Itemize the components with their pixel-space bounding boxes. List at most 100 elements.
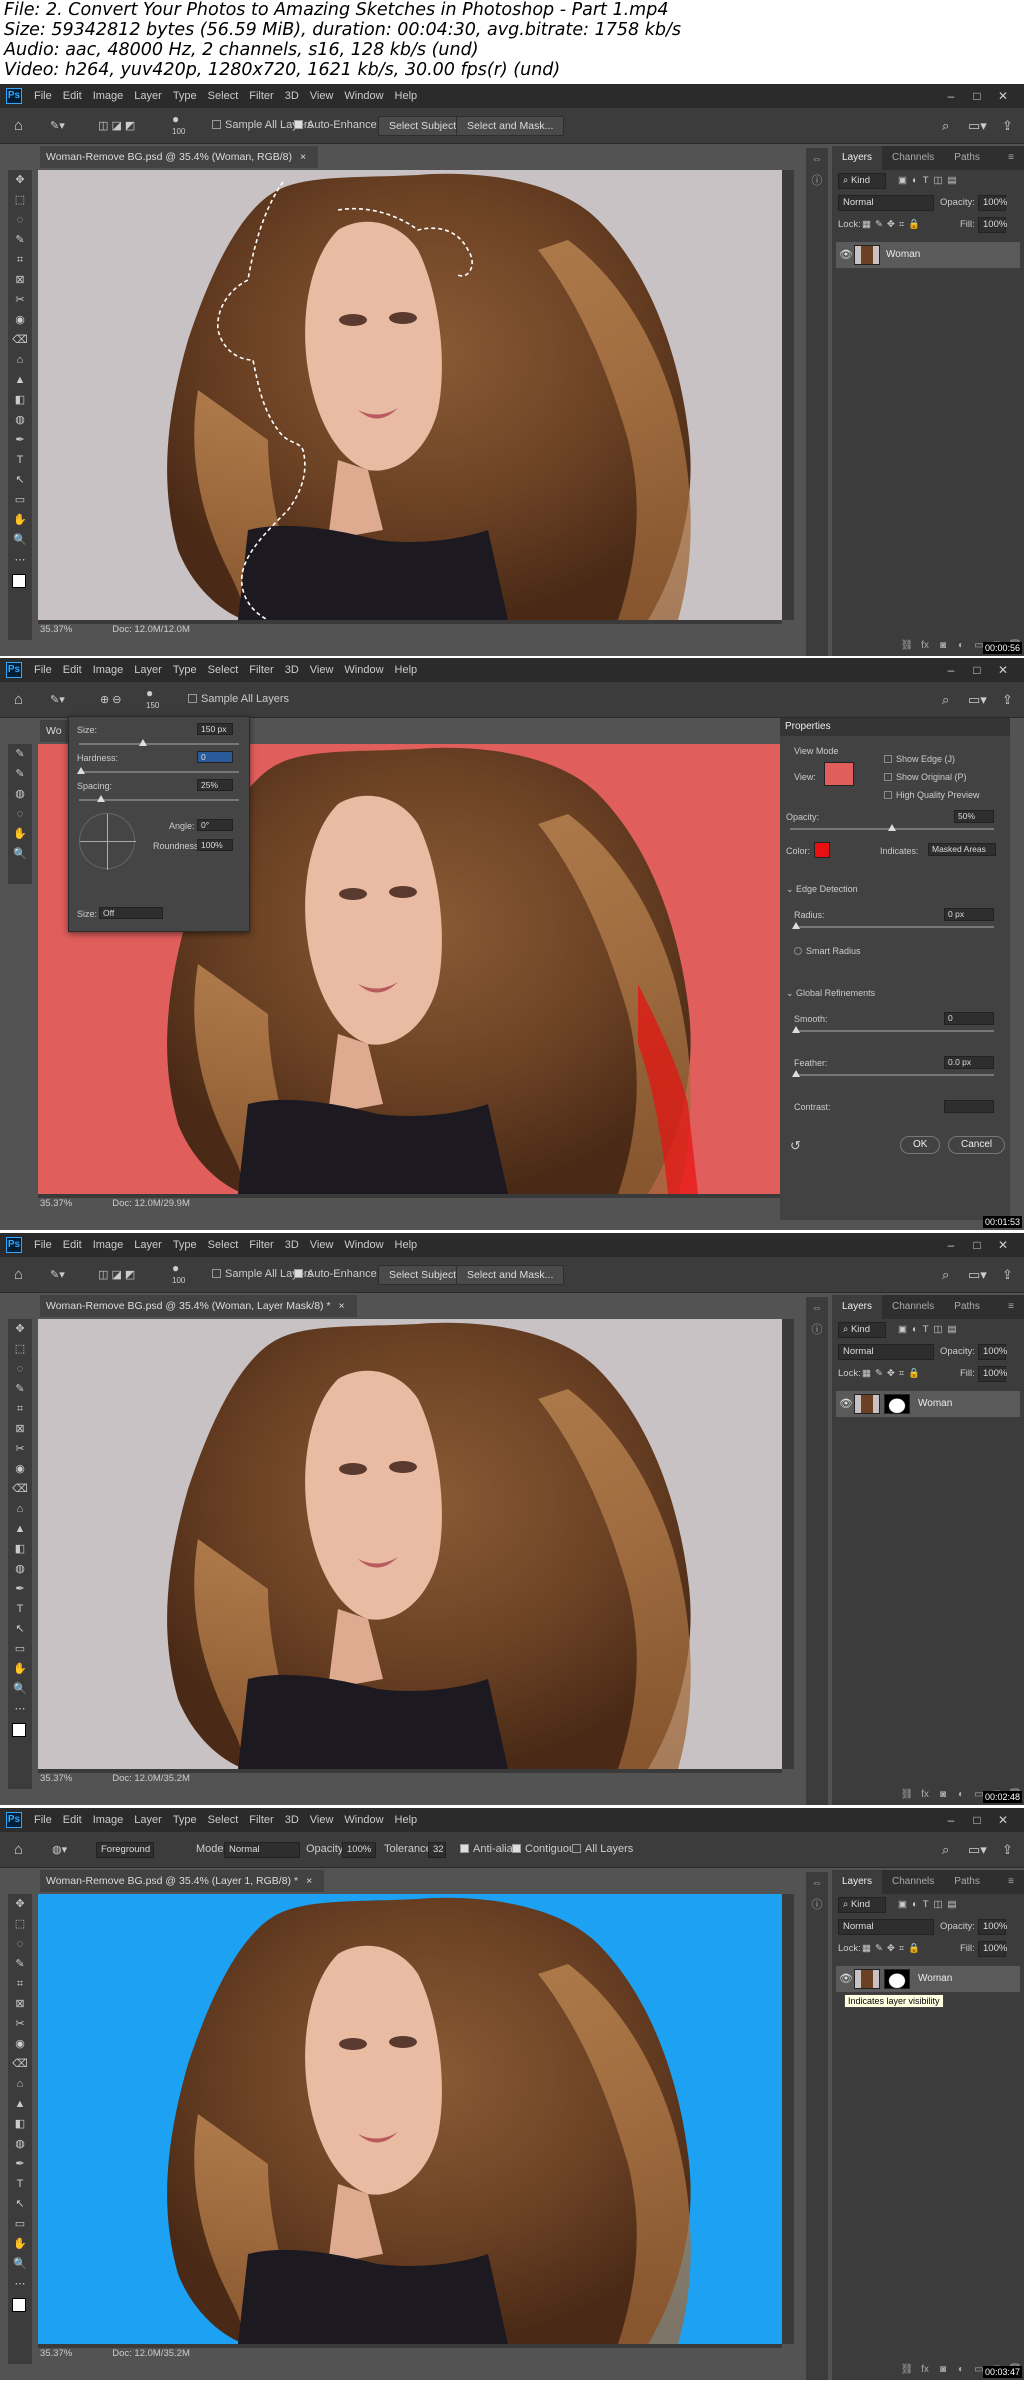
home-icon[interactable]: ⌂ (14, 1841, 23, 1858)
overlay-opacity-input[interactable]: 50% (954, 810, 994, 823)
brush-size-value[interactable]: 150 (146, 701, 159, 710)
panel-tab[interactable]: Paths (944, 1870, 990, 1894)
home-icon[interactable]: ⌂ (14, 117, 23, 134)
menu-item[interactable]: Layer (134, 84, 162, 108)
search-icon[interactable]: ⌕ (942, 118, 949, 134)
vertical-scrollbar[interactable] (782, 170, 794, 620)
tool-icon[interactable]: 🔍 (8, 1679, 32, 1699)
layer-mask-thumbnail[interactable] (884, 1969, 910, 1989)
opacity-input[interactable]: 100% (978, 1919, 1007, 1935)
tool-icon[interactable]: ◉ (8, 1459, 32, 1479)
smart-radius-checkbox[interactable]: Smart Radius (794, 946, 861, 956)
panel-options-icon[interactable]: ⇔ (806, 1872, 828, 1894)
filter-icons[interactable]: ▣◐T◫▤ (898, 1899, 961, 1910)
tool-icon[interactable]: ⋯ (8, 550, 32, 570)
menu-item[interactable]: Layer (134, 658, 162, 682)
search-icon[interactable]: ⌕ (942, 692, 949, 708)
tool-icon[interactable]: ◧ (8, 390, 32, 410)
zoom-level[interactable]: 35.37% (40, 1198, 72, 1209)
menu-item[interactable]: Type (173, 658, 197, 682)
menu-item[interactable]: 3D (285, 1808, 299, 1832)
tool-icon[interactable]: T (8, 1599, 32, 1619)
size-input[interactable]: 150 px (197, 723, 233, 735)
menu-item[interactable]: Window (344, 1233, 383, 1257)
tool-icon[interactable]: ⌗ (8, 1974, 32, 1994)
auto-enhance-checkbox[interactable]: Auto-Enhance (294, 119, 377, 131)
link-icon[interactable]: ⛓ (898, 1784, 916, 1805)
panel-tab[interactable]: Paths (944, 1295, 990, 1319)
zoom-level[interactable]: 35.37% (40, 2348, 72, 2359)
search-icon[interactable]: ⌕ (942, 1842, 949, 1858)
menu-item[interactable]: File (34, 84, 52, 108)
contiguous-checkbox[interactable]: Contiguous (512, 1843, 581, 1855)
window-button[interactable]: – (938, 1233, 964, 1257)
size-control-select[interactable]: Off (99, 907, 163, 919)
menu-item[interactable]: Select (208, 1808, 239, 1832)
tool-icon[interactable]: ◉ (8, 310, 32, 330)
close-tab-icon[interactable]: × (300, 151, 306, 163)
tool-icon[interactable]: ✎ (8, 1379, 32, 1399)
tool-icon[interactable]: ⌫ (8, 330, 32, 350)
fx-icon[interactable]: fx (916, 1784, 934, 1805)
document-tab[interactable]: Woman-Remove BG.psd @ 35.4% (Layer 1, RG… (40, 1870, 325, 1892)
panel-tab[interactable]: Layers (832, 146, 883, 170)
foreground-color-swatch[interactable] (12, 574, 26, 588)
fill-input[interactable]: 100% (978, 217, 1007, 233)
tool-icon[interactable]: ⌗ (8, 1399, 32, 1419)
tool-icon[interactable]: ✋ (8, 2234, 32, 2254)
tool-icon[interactable]: 🔍 (8, 844, 32, 864)
menu-item[interactable]: Select (208, 84, 239, 108)
tool-icon[interactable]: ⌗ (8, 250, 32, 270)
tool-icon[interactable]: ✋ (8, 824, 32, 844)
vertical-scrollbar[interactable] (782, 1894, 794, 2344)
menu-item[interactable]: Image (93, 84, 124, 108)
tool-icon[interactable]: ◌ (8, 1359, 32, 1379)
filter-kind-select[interactable]: ⌕ Kind (838, 1897, 886, 1913)
window-button[interactable]: □ (964, 84, 990, 108)
size-slider-knob[interactable] (139, 739, 147, 746)
menu-item[interactable]: Help (395, 1233, 418, 1257)
mode-select[interactable]: Normal (224, 1842, 300, 1858)
panel-info-icon[interactable]: ⓘ (806, 170, 828, 192)
indicates-select[interactable]: Masked Areas (928, 843, 996, 856)
blend-mode-select[interactable]: Normal (838, 1919, 934, 1935)
smooth-slider[interactable] (794, 1030, 994, 1032)
adjustment-icon[interactable]: ◐ (952, 635, 970, 656)
hardness-input[interactable]: 0 (197, 751, 233, 763)
panel-options-icon[interactable]: ⇔ (806, 148, 828, 170)
menu-item[interactable]: File (34, 1233, 52, 1257)
blend-mode-select[interactable]: Normal (838, 1344, 934, 1360)
tool-icon[interactable]: ◌ (8, 1934, 32, 1954)
home-icon[interactable]: ⌂ (14, 691, 23, 708)
tool-icon[interactable]: ⌂ (8, 350, 32, 370)
tool-icon[interactable]: ⌫ (8, 2054, 32, 2074)
show-edge-checkbox[interactable]: Show Edge (J) (884, 754, 955, 764)
menu-item[interactable]: Type (173, 1233, 197, 1257)
foreground-color-swatch[interactable] (12, 2298, 26, 2312)
menu-item[interactable]: Filter (249, 1808, 273, 1832)
window-button[interactable]: ✕ (990, 658, 1016, 682)
selection-mode-icons[interactable]: ◫ ◪ ◩ (98, 119, 135, 132)
sample-all-layers-checkbox[interactable]: Sample All Layers (188, 693, 289, 705)
window-button[interactable]: – (938, 658, 964, 682)
menu-item[interactable]: Image (93, 1808, 124, 1832)
tool-icon[interactable]: ↖ (8, 1619, 32, 1639)
share-icon[interactable]: ⇪ (1002, 1842, 1013, 1858)
spacing-slider-knob[interactable] (97, 795, 105, 802)
menu-item[interactable]: Window (344, 1808, 383, 1832)
filter-kind-select[interactable]: ⌕ Kind (838, 173, 886, 189)
menu-item[interactable]: Edit (63, 1808, 82, 1832)
tolerance-input[interactable]: 32 (428, 1842, 446, 1858)
brush-size-value[interactable]: 100 (172, 1276, 185, 1285)
tool-icon[interactable]: ✋ (8, 1659, 32, 1679)
reset-icon[interactable]: ↺ (790, 1138, 801, 1154)
menu-item[interactable]: 3D (285, 1233, 299, 1257)
mask-icon[interactable]: ◙ (934, 635, 952, 656)
tool-icon[interactable]: ▭ (8, 2214, 32, 2234)
tool-icon[interactable]: ✒ (8, 2154, 32, 2174)
brush-size-value[interactable]: 100 (172, 127, 185, 136)
select-subject-button[interactable]: Select Subject (378, 116, 468, 136)
radius-knob[interactable] (792, 922, 800, 929)
smooth-input[interactable]: 0 (944, 1012, 994, 1025)
show-original-checkbox[interactable]: Show Original (P) (884, 772, 967, 782)
